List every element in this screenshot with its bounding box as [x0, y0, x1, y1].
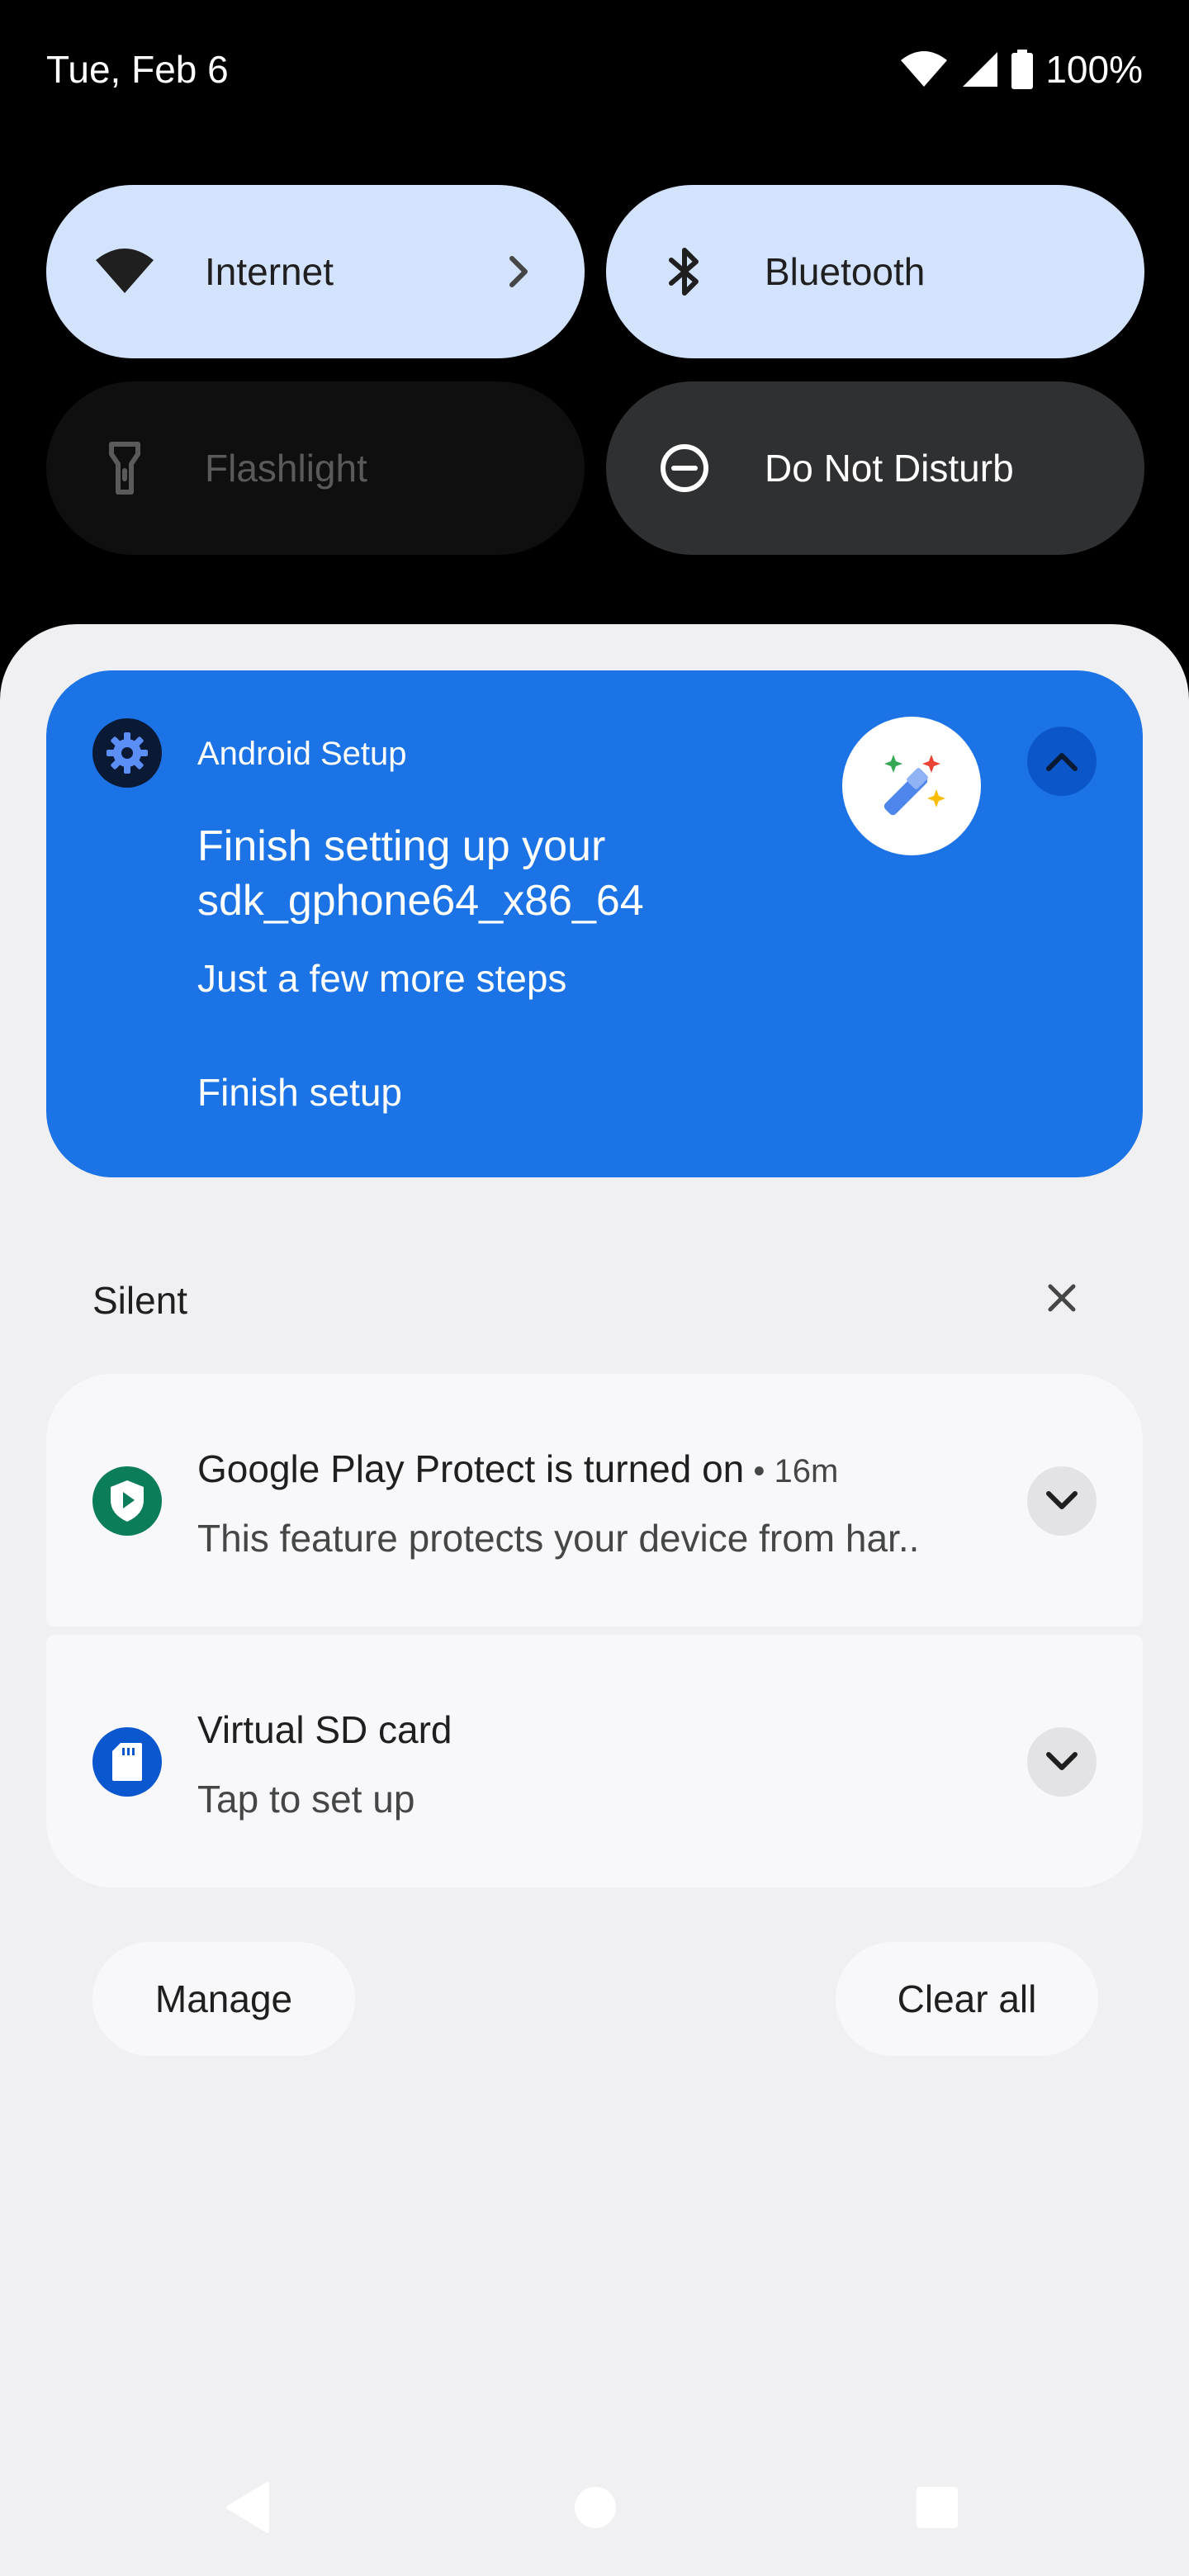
notification-text: This feature protects your device from h… — [197, 1517, 920, 1560]
tile-do-not-disturb-label: Do Not Disturb — [765, 447, 1014, 490]
sd-card-icon — [92, 1727, 162, 1797]
collapse-button[interactable] — [1027, 727, 1097, 796]
notification-text: Tap to set up — [197, 1778, 415, 1821]
notification-play-protect[interactable]: Google Play Protect is turned on • 16m T… — [46, 1374, 1143, 1627]
notification-time: 16m — [774, 1453, 839, 1489]
chevron-right-icon — [502, 247, 535, 305]
notification-title: Google Play Protect is turned on — [197, 1447, 745, 1490]
tile-do-not-disturb[interactable]: Do Not Disturb — [606, 381, 1144, 555]
setup-title: Finish setting up your sdk_gphone64_x86_… — [197, 822, 644, 925]
clear-all-button[interactable]: Clear all — [836, 1942, 1098, 2056]
silent-section-label: Silent — [92, 1279, 188, 1322]
do-not-disturb-icon — [654, 438, 715, 499]
home-button[interactable] — [573, 2485, 618, 2534]
chevron-up-icon — [1046, 753, 1078, 771]
battery-icon — [1011, 50, 1034, 89]
status-icons: 100% — [900, 45, 1143, 94]
tile-bluetooth-label: Bluetooth — [765, 250, 926, 293]
tile-bluetooth[interactable]: Bluetooth — [606, 185, 1144, 358]
chevron-down-icon — [1046, 1752, 1078, 1770]
tile-flashlight-label: Flashlight — [205, 447, 367, 490]
back-button[interactable] — [223, 2480, 272, 2539]
expand-button[interactable] — [1027, 1727, 1097, 1797]
close-icon — [1048, 1284, 1076, 1312]
gear-icon — [92, 718, 162, 788]
status-date: Tue, Feb 6 — [46, 48, 229, 91]
notification-title: Virtual SD card — [197, 1708, 452, 1751]
signal-icon — [959, 50, 999, 88]
tile-flashlight[interactable]: Flashlight — [46, 381, 585, 555]
setup-notification[interactable]: Android Setup Finish setting up your sdk… — [46, 670, 1143, 1177]
finish-setup-button[interactable]: Finish setup — [197, 1068, 402, 1116]
play-protect-icon — [92, 1466, 162, 1536]
wifi-icon — [900, 50, 948, 88]
battery-percent: 100% — [1045, 48, 1143, 91]
clear-silent-button[interactable] — [1037, 1273, 1087, 1323]
bluetooth-icon — [654, 241, 715, 302]
recents-icon — [917, 2487, 958, 2528]
magic-wand-icon — [842, 717, 981, 855]
expand-button[interactable] — [1027, 1466, 1097, 1536]
recents-button[interactable] — [915, 2485, 959, 2534]
play-protect-title-row: Google Play Protect is turned on • 16m — [197, 1445, 838, 1495]
home-icon — [575, 2487, 616, 2528]
wifi-icon — [94, 241, 155, 302]
setup-app-name: Android Setup — [197, 736, 407, 772]
setup-subtitle: Just a few more steps — [197, 957, 567, 1000]
tile-internet[interactable]: Internet — [46, 185, 585, 358]
manage-button[interactable]: Manage — [92, 1942, 355, 2056]
notification-virtual-sd-card[interactable]: Virtual SD card Tap to set up — [46, 1635, 1143, 1887]
chevron-down-icon — [1046, 1491, 1078, 1509]
time-separator: • — [744, 1453, 775, 1489]
flashlight-icon — [94, 438, 155, 499]
tile-internet-label: Internet — [205, 250, 334, 293]
back-icon — [226, 2482, 269, 2533]
